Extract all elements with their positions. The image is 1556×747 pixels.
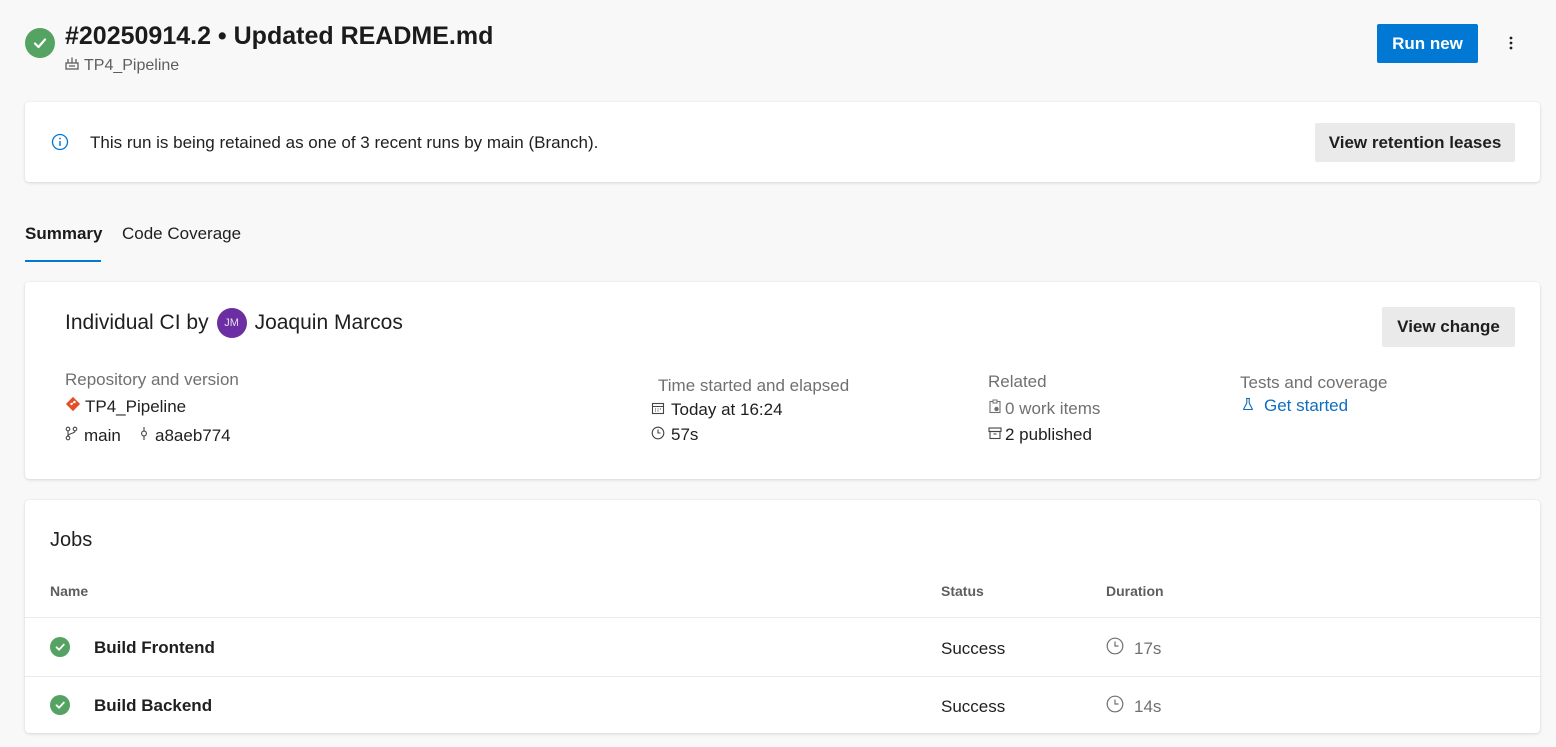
related-label: Related [988, 372, 1047, 391]
trigger-prefix: Individual CI by [65, 311, 209, 334]
artifact-icon [988, 425, 1002, 445]
user-name[interactable]: Joaquin Marcos [255, 311, 403, 335]
branch-name: main [84, 426, 121, 445]
work-items[interactable]: 0 work items [988, 399, 1100, 419]
duration-value: 17s [1134, 638, 1162, 658]
repository-link[interactable]: TP4_Pipeline [65, 396, 186, 417]
retention-message: This run is being retained as one of 3 r… [90, 133, 599, 152]
commit-hash: a8aeb774 [155, 426, 231, 445]
job-duration: 17s [1106, 637, 1161, 660]
clock-icon [651, 425, 665, 445]
table-row[interactable]: Build Backend Success 14s [25, 677, 1540, 733]
tab-code-coverage[interactable]: Code Coverage [122, 224, 241, 244]
flask-icon [1242, 396, 1254, 416]
tests-label: Tests and coverage [1240, 373, 1388, 392]
time-started: Today at 16:24 [651, 400, 783, 420]
avatar: JM [216, 308, 247, 338]
get-started-link[interactable]: Get started [1242, 396, 1348, 416]
time-label: Time started and elapsed [658, 376, 850, 395]
success-check-icon [50, 695, 70, 715]
view-change-button[interactable]: View change [1382, 307, 1515, 347]
branch-link[interactable]: main [65, 426, 121, 446]
pipeline-link[interactable]: TP4_Pipeline [65, 56, 179, 75]
start-time: Today at 16:24 [671, 400, 783, 419]
page-title: #20250914.2 • Updated README.md [65, 22, 494, 50]
table-row[interactable]: Build Frontend Success 17s [25, 618, 1540, 676]
job-status: Success [941, 639, 1006, 658]
work-items-count: 0 work items [1005, 399, 1101, 418]
job-status: Success [941, 697, 1006, 716]
tab-active-indicator [25, 260, 101, 262]
work-item-icon [988, 399, 1002, 419]
job-name: Build Backend [94, 696, 213, 715]
column-header-name[interactable]: Name [50, 583, 88, 599]
column-header-duration[interactable]: Duration [1106, 583, 1164, 599]
clock-icon [1106, 637, 1124, 660]
branch-icon [65, 426, 78, 446]
commit-link[interactable]: a8aeb774 [139, 426, 231, 446]
repository-label: Repository and version [65, 370, 239, 389]
pipeline-icon [65, 56, 79, 75]
run-new-button[interactable]: Run new [1377, 24, 1478, 63]
info-icon [51, 133, 69, 156]
commit-icon [139, 426, 149, 446]
more-actions-icon[interactable] [1498, 28, 1524, 58]
column-header-status[interactable]: Status [941, 583, 984, 599]
trigger-info: Individual CI by JM Joaquin Marcos [65, 308, 403, 338]
run-success-icon [25, 28, 55, 58]
view-retention-leases-button[interactable]: View retention leases [1315, 123, 1515, 162]
repository-name: TP4_Pipeline [85, 396, 187, 416]
calendar-icon [651, 400, 665, 420]
job-duration: 14s [1106, 695, 1161, 718]
retention-banner: This run is being retained as one of 3 r… [25, 102, 1540, 182]
jobs-title: Jobs [50, 529, 93, 551]
published-artifacts[interactable]: 2 published [988, 425, 1092, 445]
get-started-label: Get started [1264, 396, 1349, 415]
summary-card: Individual CI by JM Joaquin Marcos View … [25, 282, 1540, 479]
time-elapsed: 57s [651, 425, 698, 445]
pipeline-name: TP4_Pipeline [84, 56, 180, 74]
elapsed-time: 57s [671, 425, 699, 444]
success-check-icon [50, 637, 70, 657]
clock-icon [1106, 695, 1124, 718]
jobs-card: Jobs Name Status Duration Build Frontend… [25, 500, 1540, 733]
git-repo-icon [65, 396, 81, 417]
job-name: Build Frontend [94, 638, 215, 657]
published-count: 2 published [1005, 425, 1092, 444]
duration-value: 14s [1134, 696, 1162, 716]
tab-summary[interactable]: Summary [25, 224, 102, 244]
